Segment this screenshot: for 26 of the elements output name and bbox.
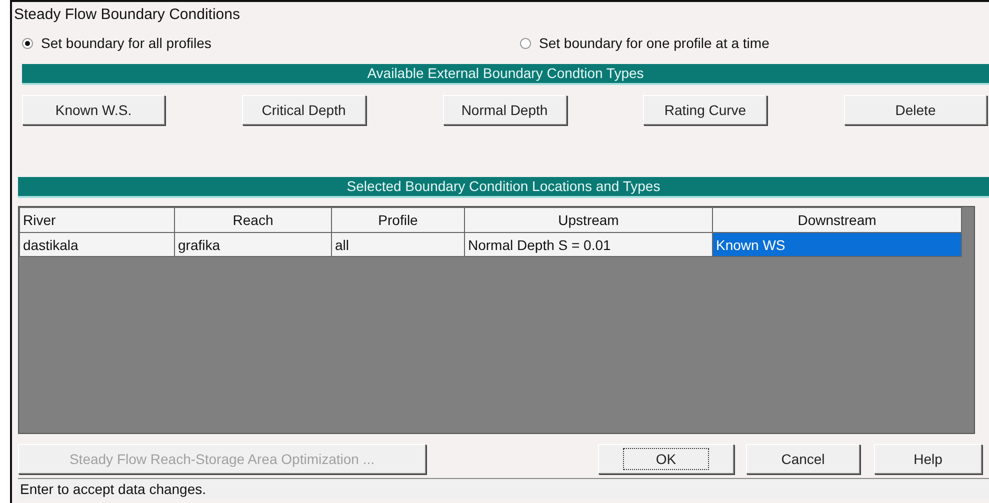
window-title: Steady Flow Boundary Conditions [13,5,241,25]
help-button[interactable]: Help [874,444,982,474]
column-header: Reach [174,208,332,232]
section-header: Selected Boundary Condition Locations and Types [18,177,989,198]
section-header: Available External Boundary Condtion Types [22,64,989,85]
boundary-type-button[interactable]: Rating Curve [643,95,768,125]
radio-button[interactable] [22,38,33,48]
radio-label[interactable]: Set boundary for all profiles [41,35,212,51]
column-header: Upstream [464,208,712,232]
table-cell[interactable]: dastikala [20,232,174,256]
ok-button[interactable]: OK [598,444,734,474]
status-bar: Enter to accept data changes. [18,478,989,499]
radio-label[interactable]: Set boundary for one profile at a time [539,35,770,51]
radio-button[interactable] [520,38,531,48]
boundary-type-button[interactable]: Known W.S. [22,95,165,125]
delete-button[interactable]: Delete [844,95,987,125]
table-cell[interactable]: Normal Depth S = 0.01 [464,232,712,256]
boundary-type-button[interactable]: Normal Depth [442,95,566,125]
cancel-button[interactable]: Cancel [746,444,860,474]
table-cell[interactable]: grafika [174,232,332,256]
boundary-type-button[interactable]: Critical Depth [242,95,366,125]
column-header: River [20,208,174,232]
table-cell[interactable]: all [332,232,464,256]
column-header: Downstream [712,208,962,232]
column-header: Profile [332,208,464,232]
table-cell[interactable]: Known WS [712,232,962,256]
